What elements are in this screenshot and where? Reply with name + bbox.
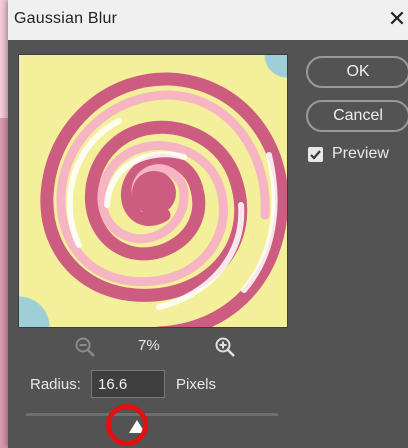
cancel-button[interactable]: Cancel <box>306 100 408 132</box>
blur-preview[interactable] <box>18 54 288 328</box>
dialog-title: Gaussian Blur <box>14 10 118 27</box>
radius-label: Radius: <box>30 376 81 393</box>
zoom-in-icon[interactable] <box>214 336 236 358</box>
swirl-preview-image <box>40 72 287 327</box>
annotation-circle <box>106 404 148 446</box>
preview-checkbox[interactable] <box>308 147 323 162</box>
zoom-controls: 7% <box>8 336 298 358</box>
radius-units: Pixels <box>176 376 217 393</box>
check-icon <box>310 150 321 160</box>
zoom-level: 7% <box>138 337 160 354</box>
radius-input[interactable] <box>91 370 165 398</box>
title-bar: Gaussian Blur ✕ <box>8 0 408 40</box>
close-icon[interactable]: ✕ <box>386 7 408 31</box>
radius-slider-track[interactable] <box>26 413 278 416</box>
zoom-out-icon[interactable] <box>74 336 96 358</box>
ok-button[interactable]: OK <box>306 56 408 88</box>
gaussian-blur-dialog: Gaussian Blur ✕ 7% Radius: Pixels OK Can… <box>8 0 408 448</box>
preview-label: Preview <box>332 145 389 162</box>
